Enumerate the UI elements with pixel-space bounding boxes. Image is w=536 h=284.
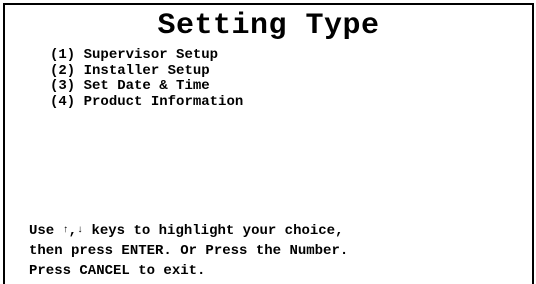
help-line-3: Press CANCEL to exit. (29, 263, 206, 279)
menu-item-label: Installer Setup (83, 62, 210, 79)
menu-item-number: (3) (50, 78, 76, 94)
menu-item-product-information[interactable]: (4) Product Information (50, 93, 244, 111)
menu-item-label: Supervisor Setup (83, 47, 219, 63)
menu-item-installer-setup[interactable]: (2) Installer Setup (50, 62, 243, 80)
arrow-separator: , (68, 223, 78, 239)
help-line-1: Use ↑,↓ keys to highlight your choice, (29, 221, 348, 241)
help-line-1-prefix: Use (29, 223, 63, 239)
menu-item-label: Product Information (83, 93, 244, 110)
menu-item-set-date-time[interactable]: (3) Set Date & Time (50, 78, 243, 95)
menu-item-number: (2) (50, 62, 76, 79)
menu-item-number: (4) (50, 93, 76, 110)
menu-item-number: (1) (50, 47, 76, 63)
menu-item-label: Set Date & Time (83, 78, 210, 94)
help-line-2: then press ENTER. Or Press the Number. (29, 243, 349, 259)
help-text: Use ↑,↓ keys to highlight your choice, th… (29, 221, 348, 281)
setting-type-screen: Setting Type (1) Supervisor Setup (2) In… (3, 3, 534, 284)
screen-title: Setting Type (157, 9, 380, 43)
menu-item-supervisor-setup[interactable]: (1) Supervisor Setup (50, 47, 243, 64)
help-line-1-suffix: keys to highlight your choice, (83, 223, 344, 239)
settings-menu: (1) Supervisor Setup (2) Installer Setup… (50, 47, 244, 111)
